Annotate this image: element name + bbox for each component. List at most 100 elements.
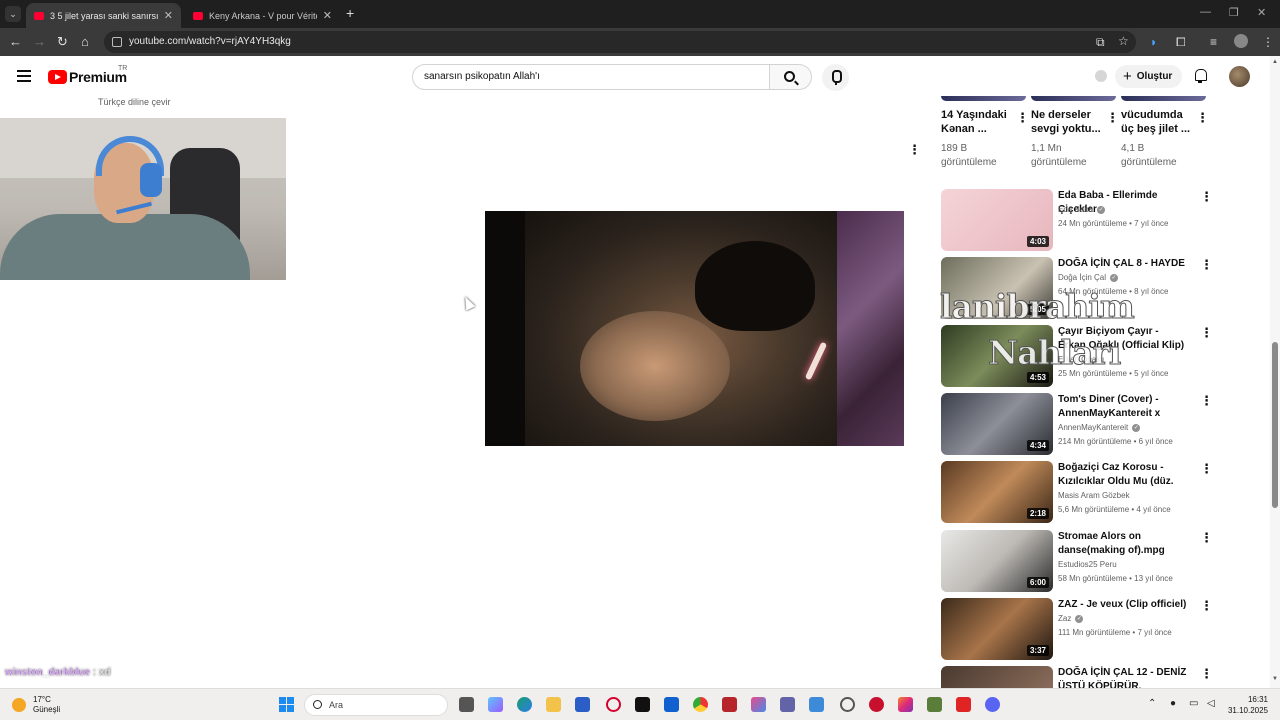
profile-avatar[interactable] — [1234, 34, 1248, 48]
discord-icon[interactable] — [985, 697, 1000, 712]
obs-icon[interactable] — [840, 697, 855, 712]
more-options-icon[interactable]: ⋮ — [1200, 258, 1213, 271]
address-bar[interactable]: youtube.com/watch?v=rjAY4YH3qkg ⧉ ☆ — [104, 31, 1136, 53]
app-icon[interactable] — [956, 697, 971, 712]
tab-inactive[interactable]: Keny Arkana - V pour Vérités (C ✕ — [185, 3, 340, 28]
tab-active[interactable]: 3 5 jilet yarası sanki sanırsınız ✕ — [26, 3, 181, 28]
instagram-icon[interactable] — [898, 697, 913, 712]
channel-name[interactable]: Masis Aram Gözbek — [1058, 491, 1130, 500]
app-icon[interactable] — [809, 697, 824, 712]
edge-icon[interactable] — [517, 697, 532, 712]
more-options-icon[interactable]: ⋮ — [1200, 667, 1211, 680]
file-explorer-icon[interactable] — [546, 697, 561, 712]
app-icon[interactable] — [869, 697, 884, 712]
close-tab-icon[interactable]: ✕ — [164, 9, 173, 22]
app-icon[interactable] — [751, 697, 766, 712]
video-thumbnail[interactable] — [941, 666, 1053, 688]
create-button[interactable]: + Oluştur — [1115, 65, 1182, 88]
copilot-icon[interactable] — [488, 697, 503, 712]
channel-name[interactable]: AnnenMayKantereit ✓ — [1058, 423, 1141, 432]
video-title[interactable]: DOĞA İÇİN ÇAL 12 - DENİZ ÜSTÜ KÖPÜRÜR, K… — [1058, 666, 1188, 688]
page-scrollbar[interactable]: ▲ ▼ — [1270, 56, 1280, 688]
translate-link[interactable]: Türkçe diline çevir — [98, 97, 171, 107]
shorts-title[interactable]: 14 Yaşındaki Kənan ... — [941, 108, 1013, 136]
minimize-icon[interactable]: — — [1200, 6, 1211, 18]
video-thumbnail[interactable]: 4:34 — [941, 393, 1053, 455]
windows-start-icon[interactable] — [279, 697, 294, 712]
site-info-icon[interactable] — [112, 37, 122, 47]
tray-chevron-icon[interactable]: ⌃ — [1148, 698, 1156, 709]
video-player[interactable] — [485, 211, 904, 446]
shorts-title[interactable]: Ne derseler sevgi yoktu... — [1031, 108, 1103, 136]
more-options-icon[interactable]: ⋮ — [1016, 111, 1029, 124]
channel-name[interactable]: Zaz ✓ — [1058, 614, 1084, 623]
shorts-thumbnail[interactable] — [1031, 96, 1116, 101]
home-icon[interactable]: ⌂ — [81, 34, 89, 50]
network-icon[interactable]: ▭ — [1189, 698, 1198, 709]
recommended-video[interactable]: 4:34 Tom's Diner (Cover) - AnnenMayKante… — [941, 393, 1213, 457]
more-options-icon[interactable]: ⋮ — [1200, 531, 1213, 544]
scrollbar-thumb[interactable] — [1272, 342, 1278, 508]
tab-search-icon[interactable]: ⌄ — [5, 6, 21, 22]
search-input[interactable]: sanarsın psikopatın Allah'ı — [412, 64, 770, 90]
app-icon[interactable] — [722, 697, 737, 712]
recommended-video[interactable]: 6:00 Stromae Alors on danse(making of).m… — [941, 530, 1213, 594]
cast-icon[interactable] — [1095, 70, 1107, 82]
taskbar-search[interactable]: Ara — [304, 694, 448, 716]
recommended-video[interactable]: 3:37 ZAZ - Je veux (Clip officiel) Zaz ✓ … — [941, 598, 1213, 662]
video-title[interactable]: Boğaziçi Caz Korosu - Kızılcıklar Oldu M… — [1058, 461, 1188, 489]
recommended-video[interactable]: DOĞA İÇİN ÇAL 12 - DENİZ ÜSTÜ KÖPÜRÜR, K… — [941, 666, 1211, 688]
more-options-icon[interactable]: ⋮ — [1106, 111, 1119, 124]
tiktok-icon[interactable] — [635, 697, 650, 712]
opera-icon[interactable] — [606, 697, 621, 712]
volume-icon[interactable]: ◁ — [1207, 698, 1215, 709]
video-title[interactable]: ZAZ - Je veux (Clip officiel) — [1058, 598, 1188, 612]
more-options-icon[interactable]: ⋮ — [1200, 190, 1213, 203]
shorts-title[interactable]: vücudumda üç beş jilet ... — [1121, 108, 1193, 136]
video-thumbnail[interactable]: 3:37 — [941, 598, 1053, 660]
back-icon[interactable]: ← — [9, 34, 22, 50]
new-tab-icon[interactable]: + — [346, 5, 354, 21]
voice-search-icon[interactable] — [822, 64, 849, 91]
video-thumbnail[interactable]: 6:00 — [941, 530, 1053, 592]
minecraft-icon[interactable] — [927, 697, 942, 712]
video-thumbnail[interactable]: 4:03 — [941, 189, 1053, 251]
forward-icon[interactable]: → — [33, 34, 46, 50]
account-avatar[interactable] — [1229, 66, 1250, 87]
video-more-options-icon[interactable]: ⋮ — [908, 143, 921, 156]
video-thumbnail[interactable]: 2:18 — [941, 461, 1053, 523]
channel-name[interactable]: Eda Baba ✓ — [1058, 205, 1106, 214]
more-options-icon[interactable]: ⋮ — [1196, 111, 1209, 124]
recommended-video[interactable]: 4:03 Eda Baba - Ellerimde Çiçekler Eda B… — [941, 189, 1213, 253]
more-options-icon[interactable]: ⋮ — [1200, 462, 1213, 475]
video-title[interactable]: DOĞA İÇİN ÇAL 8 - HAYDE — [1058, 257, 1188, 271]
video-title[interactable]: Tom's Diner (Cover) - AnnenMayKantereit … — [1058, 393, 1188, 421]
more-options-icon[interactable]: ⋮ — [1200, 394, 1213, 407]
close-tab-icon[interactable]: ✕ — [323, 9, 332, 22]
extensions-puzzle-icon[interactable]: ⧠ — [1176, 35, 1186, 49]
task-view-icon[interactable] — [459, 697, 474, 712]
channel-name[interactable]: Estudios25 Peru — [1058, 560, 1117, 569]
recommended-video[interactable]: 2:18 Boğaziçi Caz Korosu - Kızılcıklar O… — [941, 461, 1213, 525]
store-icon[interactable] — [575, 697, 590, 712]
youtube-premium-logo[interactable]: Premium TR — [48, 65, 127, 85]
shorts-thumbnail[interactable] — [941, 96, 1026, 101]
search-button[interactable] — [770, 64, 812, 90]
chrome-icon[interactable] — [693, 697, 708, 712]
media-controls-icon[interactable]: ≡ — [1210, 35, 1217, 49]
hamburger-menu-icon[interactable] — [17, 70, 31, 82]
bookmark-star-icon[interactable]: ☆ — [1118, 34, 1129, 48]
install-app-icon[interactable]: ⧉ — [1096, 35, 1105, 49]
notifications-bell-icon[interactable] — [1193, 69, 1207, 83]
shorts-thumbnail[interactable] — [1121, 96, 1206, 101]
outlook-icon[interactable] — [664, 697, 679, 712]
more-options-icon[interactable]: ⋮ — [1200, 599, 1213, 612]
restore-icon[interactable]: ❐ — [1229, 6, 1239, 19]
scroll-up-icon[interactable]: ▲ — [1272, 59, 1278, 65]
video-title[interactable]: Stromae Alors on danse(making of).mpg — [1058, 530, 1188, 558]
channel-name[interactable]: Doğa İçin Çal ✓ — [1058, 273, 1119, 282]
teams-icon[interactable] — [780, 697, 795, 712]
more-options-icon[interactable]: ⋮ — [1200, 326, 1213, 339]
scroll-down-icon[interactable]: ▼ — [1272, 676, 1278, 682]
browser-menu-icon[interactable]: ⋮ — [1262, 35, 1274, 49]
